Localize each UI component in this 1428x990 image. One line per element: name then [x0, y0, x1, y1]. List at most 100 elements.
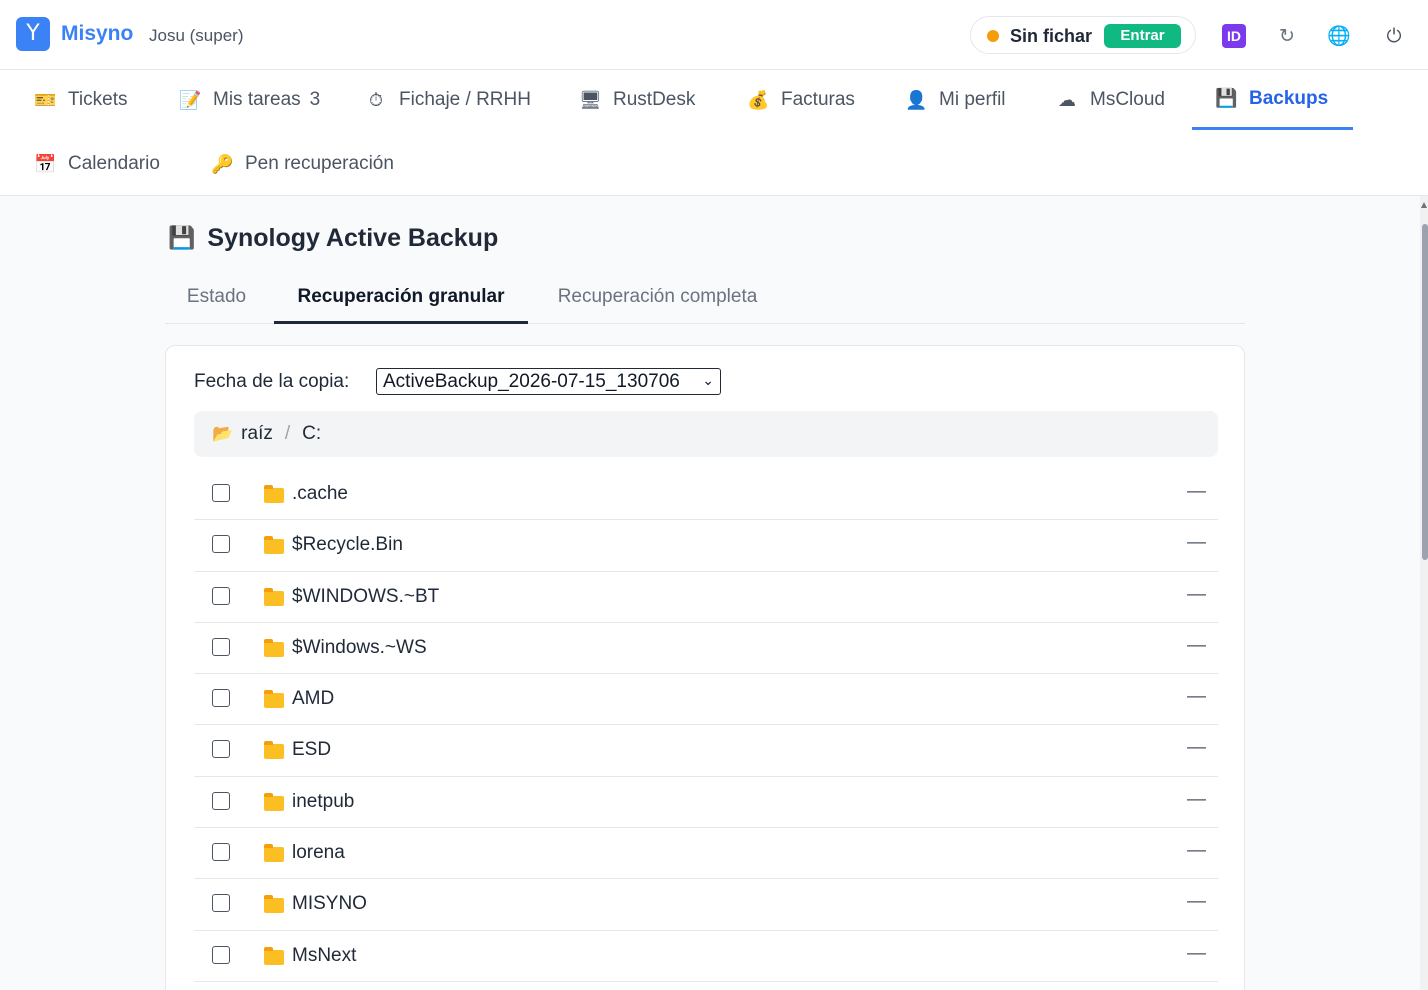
file-row[interactable]: inetpub — — [194, 777, 1218, 829]
nav-label: Tickets — [68, 89, 128, 110]
file-list: .cache — $Recycle.Bin — $WINDOWS.~BT — $… — [194, 469, 1218, 982]
file-size: — — [1187, 891, 1206, 913]
nav-label: Calendario — [68, 153, 160, 174]
file-name[interactable]: $Recycle.Bin — [292, 534, 403, 556]
file-row[interactable]: MISYNO — — [194, 879, 1218, 931]
status-dot-icon — [987, 30, 999, 42]
file-row[interactable]: MsNext — — [194, 931, 1218, 982]
nav-label: Mis tareas — [213, 89, 301, 110]
floppy-disk-icon: 💾 — [168, 226, 196, 251]
page-title: 💾 Synology Active Backup — [168, 224, 498, 253]
nav-pen-recuperacion[interactable]: 🔑 Pen recuperación — [211, 134, 394, 194]
file-row[interactable]: .cache — — [194, 469, 1218, 521]
scrollbar-thumb[interactable] — [1422, 224, 1428, 560]
row-checkbox[interactable] — [212, 637, 230, 656]
tab-recuperacion-granular[interactable]: Recuperación granular — [274, 272, 528, 324]
nav-label: RustDesk — [613, 89, 696, 110]
scroll-up-arrow-icon[interactable] — [1421, 202, 1427, 208]
row-checkbox[interactable] — [212, 535, 230, 554]
globe-icon[interactable]: 🌐 — [1327, 24, 1351, 48]
brand-name[interactable]: Misyno — [61, 22, 133, 46]
tab-estado[interactable]: Estado — [165, 272, 268, 324]
page-title-text: Synology Active Backup — [207, 224, 499, 252]
page-scrollbar[interactable] — [1420, 196, 1428, 990]
folder-icon — [264, 690, 284, 709]
file-name[interactable]: ESD — [292, 739, 331, 761]
folder-icon — [264, 895, 284, 914]
folder-icon — [264, 946, 284, 965]
file-size: — — [1187, 942, 1206, 964]
nav-fichaje[interactable]: ⏱ Fichaje / RRHH — [365, 70, 531, 130]
file-name[interactable]: MISYNO — [292, 893, 367, 915]
refresh-icon[interactable]: ↻ — [1275, 24, 1299, 48]
nav-tickets[interactable]: 🎫 Tickets — [34, 70, 127, 130]
nav-mi-perfil[interactable]: 👤 Mi perfil — [905, 70, 1006, 130]
backup-date-select[interactable]: ActiveBackup_2026-07-15_130706 ⌄ — [376, 368, 721, 395]
ticket-icon: 🎫 — [34, 89, 57, 111]
tab-recuperacion-completa[interactable]: Recuperación completa — [536, 272, 779, 324]
main-nav: 🎫 Tickets 📝 Mis tareas 3 ⏱ Fichaje / RRH… — [0, 70, 1428, 196]
nav-backups[interactable]: 💾 Backups — [1192, 70, 1353, 130]
app-logo-icon[interactable]: Y — [16, 17, 50, 51]
breadcrumb-current: C: — [302, 423, 322, 444]
file-row[interactable]: $WINDOWS.~BT — — [194, 572, 1218, 623]
file-row[interactable]: lorena — — [194, 828, 1218, 880]
breadcrumb-root[interactable]: raíz — [241, 423, 273, 445]
backup-date-value: ActiveBackup_2026-07-15_130706 — [383, 371, 680, 392]
stopwatch-icon: ⏱ — [368, 89, 384, 111]
file-size: — — [1187, 532, 1206, 554]
chevron-down-icon: ⌄ — [702, 373, 714, 389]
memo-icon: 📝 — [179, 89, 202, 111]
calendar-icon: 📅 — [34, 153, 57, 175]
file-row[interactable]: $Recycle.Bin — — [194, 520, 1218, 572]
folder-icon — [264, 844, 284, 863]
top-header: Y Misyno Josu (super) Sin fichar Entrar … — [0, 0, 1428, 70]
file-name[interactable]: AMD — [292, 688, 334, 710]
file-row[interactable]: AMD — — [194, 674, 1218, 726]
file-row[interactable]: ESD — — [194, 725, 1218, 777]
folder-icon — [264, 741, 284, 760]
row-checkbox[interactable] — [212, 689, 230, 708]
file-name[interactable]: $WINDOWS.~BT — [292, 586, 439, 608]
folder-icon — [264, 638, 284, 657]
folder-icon — [264, 536, 284, 555]
row-checkbox[interactable] — [212, 945, 230, 964]
power-icon[interactable]: ⏻ — [1382, 24, 1406, 48]
file-size: — — [1187, 686, 1206, 708]
cloud-icon: ☁ — [1058, 89, 1076, 111]
backup-date-label: Fecha de la copia: — [194, 371, 350, 392]
user-icon: 👤 — [905, 89, 928, 111]
nav-rustdesk[interactable]: 🖥 RustDesk — [579, 70, 695, 130]
granular-recovery-card: Fecha de la copia: ActiveBackup_2026-07-… — [165, 345, 1245, 990]
file-name[interactable]: lorena — [292, 842, 345, 864]
row-checkbox[interactable] — [212, 791, 230, 810]
folder-icon: 📂 — [212, 424, 234, 444]
row-checkbox[interactable] — [212, 586, 230, 605]
file-name[interactable]: $Windows.~WS — [292, 637, 427, 659]
file-size: — — [1187, 481, 1206, 502]
file-row[interactable]: $Windows.~WS — — [194, 623, 1218, 675]
file-name[interactable]: inetpub — [292, 791, 354, 813]
file-size: — — [1187, 634, 1206, 656]
file-name[interactable]: .cache — [292, 483, 348, 505]
nav-label: Fichaje / RRHH — [399, 89, 531, 110]
row-checkbox[interactable] — [212, 484, 230, 502]
nav-mis-tareas[interactable]: 📝 Mis tareas 3 — [179, 70, 320, 130]
nav-mscloud[interactable]: ☁ MsCloud — [1056, 70, 1165, 130]
nav-calendario[interactable]: 📅 Calendario — [34, 134, 160, 194]
backup-tabs: Estado Recuperación granular Recuperació… — [165, 272, 1245, 324]
row-checkbox[interactable] — [212, 740, 230, 759]
nav-facturas[interactable]: 💰 Facturas — [747, 70, 855, 130]
file-size: — — [1187, 737, 1206, 759]
nav-label: Backups — [1249, 87, 1329, 109]
breadcrumb: 📂 raíz / C: — [194, 411, 1218, 457]
row-checkbox[interactable] — [212, 894, 230, 913]
clock-status-text: Sin fichar — [1010, 26, 1093, 46]
tasks-count-badge: 3 — [309, 89, 321, 110]
folder-icon — [264, 485, 284, 503]
clock-status-pill: Sin fichar Entrar — [970, 16, 1196, 54]
row-checkbox[interactable] — [212, 843, 230, 862]
file-name[interactable]: MsNext — [292, 945, 356, 967]
clock-in-button[interactable]: Entrar — [1104, 24, 1181, 48]
id-icon[interactable]: ID — [1222, 24, 1246, 48]
